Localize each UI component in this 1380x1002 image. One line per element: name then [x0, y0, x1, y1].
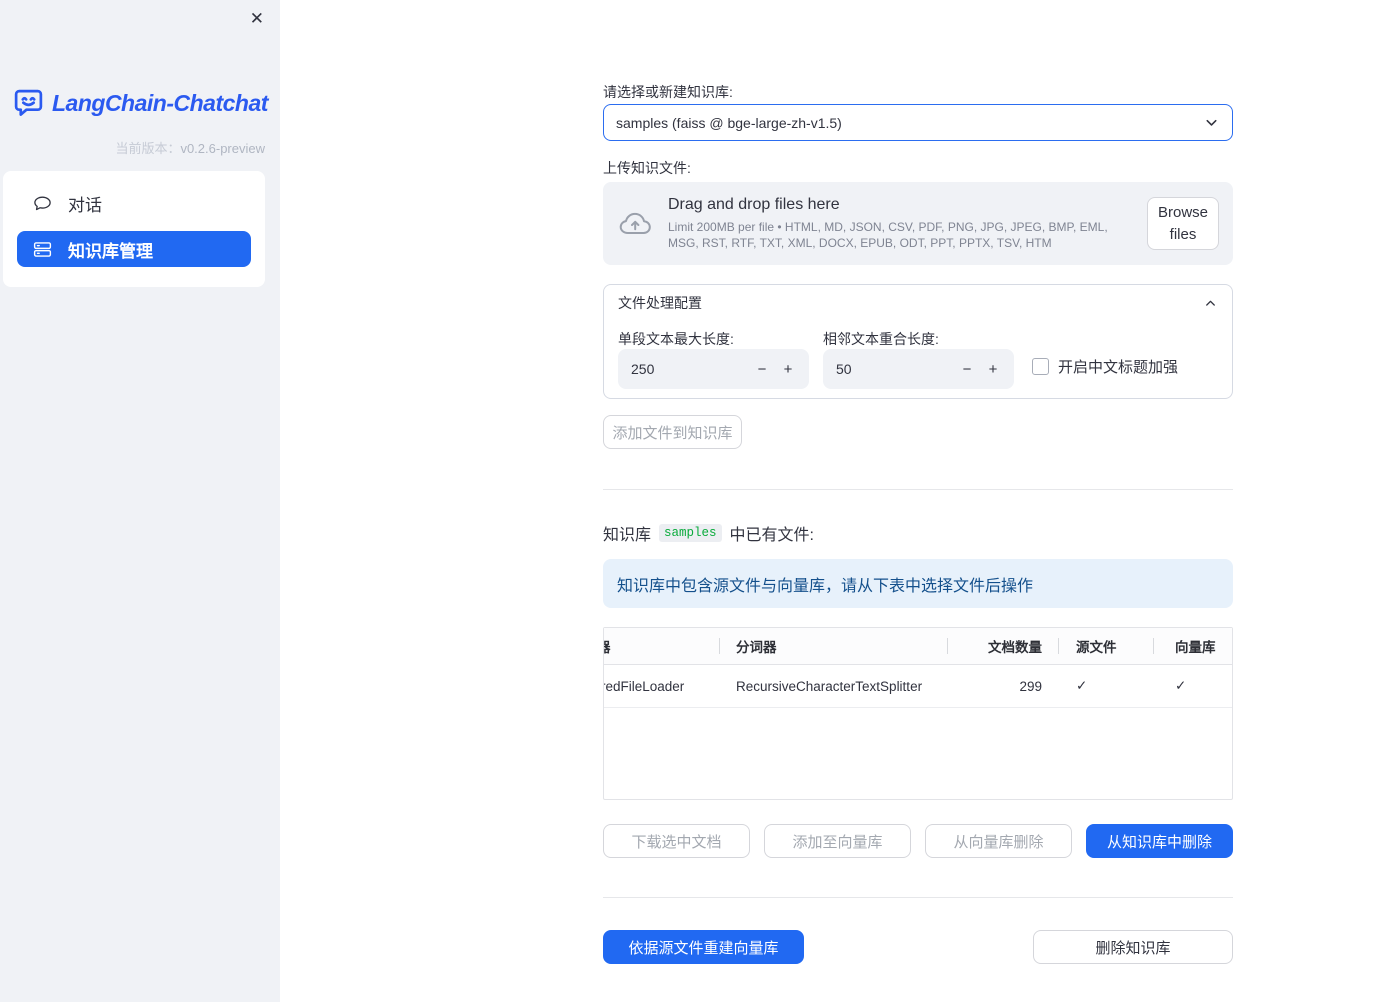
increment-button[interactable]: + — [980, 354, 1006, 384]
table-header-loader[interactable]: 器 — [604, 628, 719, 664]
download-selected-button[interactable]: 下载选中文档 — [603, 824, 750, 858]
kb-name-code: samples — [659, 524, 722, 542]
existing-files-heading: 知识库 samples 中已有文件: — [603, 521, 814, 545]
sidebar-item-dialogue[interactable]: 对话 — [17, 185, 251, 221]
divider — [603, 489, 1233, 490]
kb-stack-icon — [32, 239, 53, 260]
divider — [603, 897, 1233, 898]
zh-title-enhance-label[interactable]: 开启中文标题加强 — [1058, 356, 1178, 377]
delete-from-vector-store-button[interactable]: 从向量库删除 — [925, 824, 1072, 858]
app-root: ✕ LangChain-Chatchat 当前版本：v0.2.6-preview — [0, 0, 1380, 1002]
kb-files-table: 器 分词器 文档数量 源文件 向量库 redFileLoader Recursi… — [603, 627, 1233, 800]
table-header-doc-count[interactable]: 文档数量 — [947, 628, 1058, 664]
dropzone-title: Drag and drop files here — [668, 195, 840, 213]
cell-vector-check-icon: ✓ — [1175, 678, 1187, 693]
chevron-down-icon — [1203, 114, 1220, 131]
upload-label: 上传知识文件: — [603, 160, 691, 176]
kb-select-label: 请选择或新建知识库: — [603, 84, 733, 100]
version-value: v0.2.6-preview — [180, 141, 265, 156]
expander-header[interactable]: 文件处理配置 — [604, 285, 1232, 317]
sidebar: ✕ LangChain-Chatchat 当前版本：v0.2.6-preview — [0, 0, 280, 1002]
chunk-overlap-label: 相邻文本重合长度: — [823, 331, 939, 347]
add-files-to-kb-button[interactable]: 添加文件到知识库 — [603, 415, 742, 449]
table-row[interactable]: redFileLoader RecursiveCharacterTextSpli… — [604, 665, 1232, 708]
cell-loader: redFileLoader — [604, 678, 685, 694]
version-text: 当前版本：v0.2.6-preview — [115, 138, 265, 157]
sidebar-item-label: 对话 — [68, 195, 102, 215]
main-content: 请选择或新建知识库: samples (faiss @ bge-large-zh… — [280, 0, 1380, 1002]
rebuild-vector-store-button[interactable]: 依据源文件重建向量库 — [603, 930, 804, 964]
info-alert-text: 知识库中包含源文件与向量库，请从下表中选择文件后操作 — [617, 577, 1034, 595]
sidebar-item-kb-management[interactable]: 知识库管理 — [17, 231, 251, 267]
chunk-size-input[interactable]: 250 − + — [618, 349, 809, 389]
logo-chat-smiley-icon — [12, 87, 45, 120]
table-header-splitter[interactable]: 分词器 — [719, 628, 947, 664]
decrement-button[interactable]: − — [954, 354, 980, 384]
zh-title-enhance-row[interactable]: 开启中文标题加强 — [1032, 356, 1178, 377]
chat-bubble-icon — [32, 193, 53, 214]
cell-doc-count: 299 — [1019, 678, 1042, 694]
close-icon[interactable]: ✕ — [246, 6, 268, 31]
chunk-size-value: 250 — [631, 361, 655, 377]
table-header-row: 器 分词器 文档数量 源文件 向量库 — [604, 628, 1232, 665]
sidebar-menu: 对话 知识库管理 — [3, 171, 265, 287]
browse-files-button[interactable]: Browse files — [1147, 196, 1219, 251]
cloud-upload-icon — [617, 209, 654, 239]
kb-select-value: samples (faiss @ bge-large-zh-v1.5) — [616, 114, 842, 131]
sidebar-item-label: 知识库管理 — [68, 241, 153, 261]
brand: LangChain-Chatchat — [12, 87, 268, 120]
dropzone-limit-text: Limit 200MB per file • HTML, MD, JSON, C… — [668, 219, 1108, 250]
cell-source-check-icon: ✓ — [1076, 678, 1088, 693]
chevron-up-icon — [1203, 296, 1218, 311]
table-header-source-file[interactable]: 源文件 — [1058, 628, 1153, 664]
increment-button[interactable]: + — [775, 354, 801, 384]
dropzone-instructions: Drag and drop files here Limit 200MB per… — [668, 196, 1138, 251]
info-alert: 知识库中包含源文件与向量库，请从下表中选择文件后操作 — [603, 559, 1233, 608]
expander-title: 文件处理配置 — [618, 295, 702, 311]
file-config-expander: 文件处理配置 单段文本最大长度: 相邻文本重合长度: 250 − + 50 − … — [603, 284, 1233, 399]
chunk-overlap-input[interactable]: 50 − + — [823, 349, 1014, 389]
chunk-overlap-value: 50 — [836, 361, 852, 377]
cell-splitter: RecursiveCharacterTextSplitter — [736, 678, 923, 694]
kb-select[interactable]: samples (faiss @ bge-large-zh-v1.5) — [603, 104, 1233, 141]
delete-from-kb-button[interactable]: 从知识库中删除 — [1086, 824, 1233, 858]
file-dropzone[interactable]: Drag and drop files here Limit 200MB per… — [603, 182, 1233, 265]
delete-kb-button[interactable]: 删除知识库 — [1033, 930, 1233, 964]
existing-suffix: 中已有文件: — [729, 527, 814, 544]
checkbox-unchecked-icon[interactable] — [1032, 358, 1049, 375]
decrement-button[interactable]: − — [749, 354, 775, 384]
add-to-vector-store-button[interactable]: 添加至向量库 — [764, 824, 911, 858]
brand-title: LangChain-Chatchat — [52, 90, 268, 116]
chunk-size-label: 单段文本最大长度: — [618, 331, 734, 347]
table-header-vector-store[interactable]: 向量库 — [1153, 628, 1232, 664]
existing-prefix: 知识库 — [603, 527, 652, 544]
version-label: 当前版本： — [115, 141, 181, 156]
